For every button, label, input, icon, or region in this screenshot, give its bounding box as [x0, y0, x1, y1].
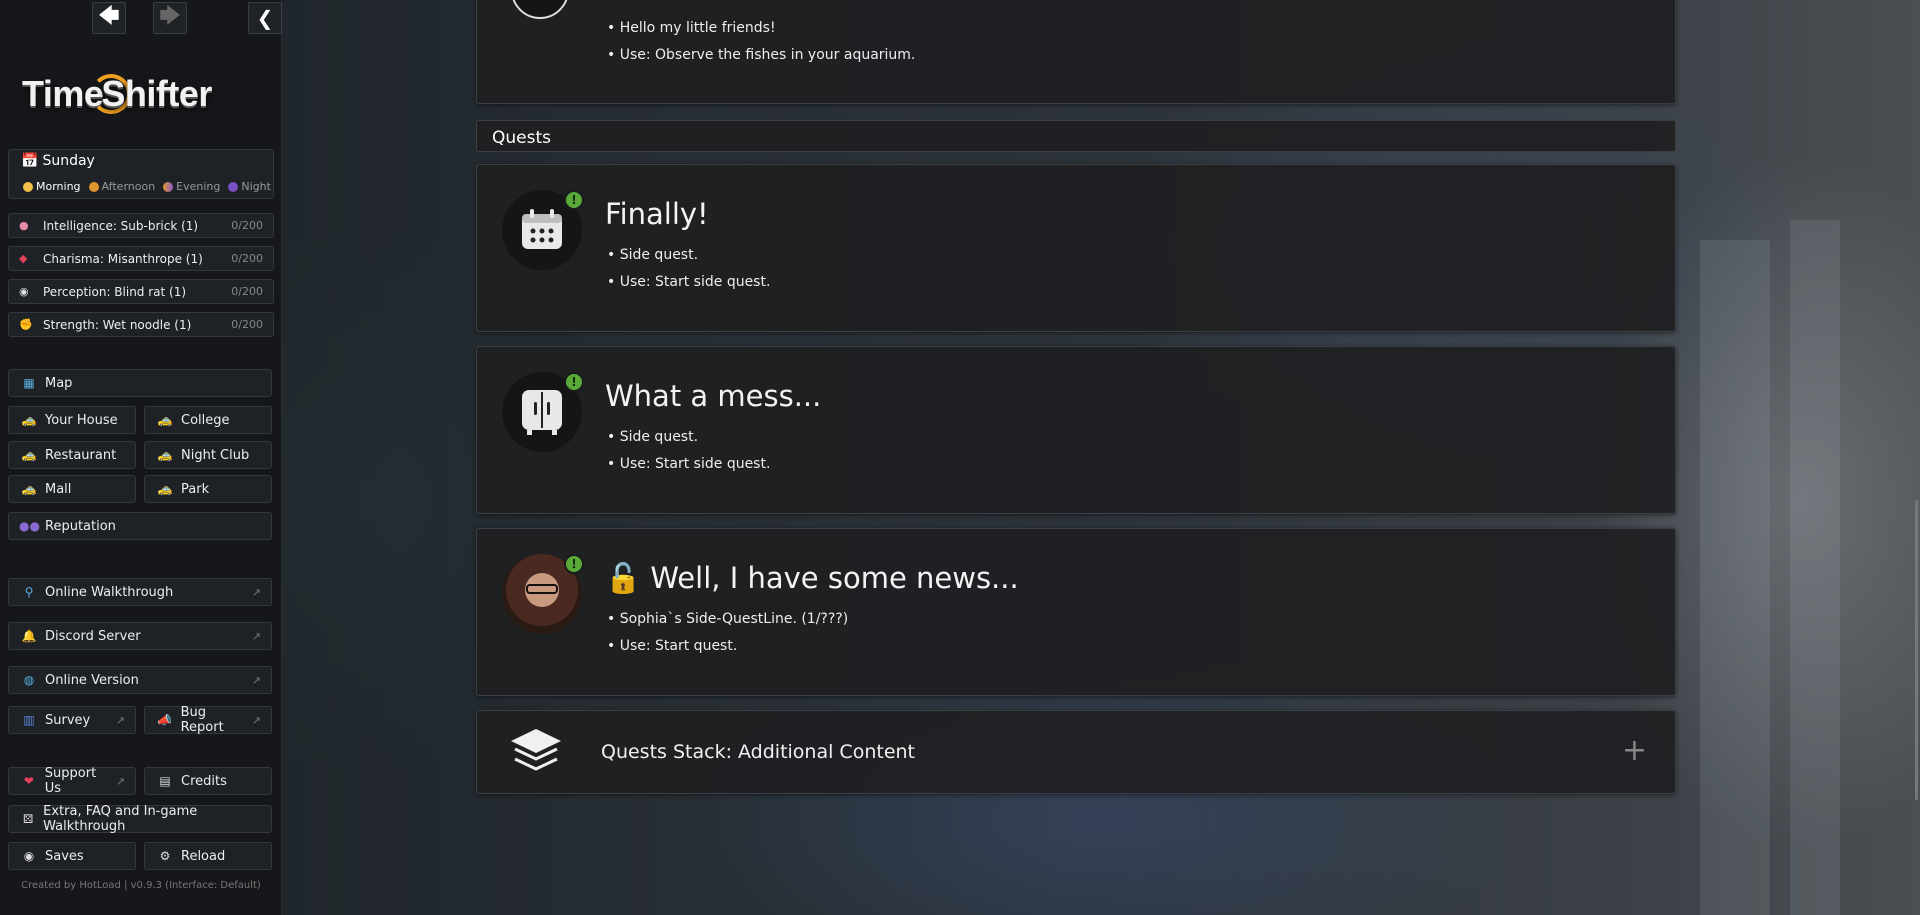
calendar-icon: [522, 209, 562, 249]
new-quest-badge: !: [564, 372, 584, 392]
external-link-icon: ↗: [115, 713, 125, 727]
taxi-club-icon: 🚕: [157, 448, 173, 462]
sun-icon: [88, 181, 99, 192]
discord-link[interactable]: 🔔 Discord Server ↗: [8, 622, 272, 650]
magnifier-icon: ⚲: [24, 585, 34, 599]
quest-card-some-news[interactable]: ! 🔓 Well, I have some news... • Sophia`s…: [476, 528, 1676, 696]
dice-icon: ⚄: [22, 812, 34, 826]
reload-button[interactable]: ⚙ Reload: [144, 842, 272, 870]
disc-icon: ◉: [23, 849, 35, 863]
reputation-button[interactable]: ●● Reputation: [8, 512, 272, 540]
day-panel: 📅 Sunday Morning Afternoon Evening Night: [8, 149, 274, 199]
time-afternoon[interactable]: Afternoon: [88, 180, 155, 193]
expand-plus-icon[interactable]: +: [1622, 733, 1647, 768]
brain-icon: ●: [19, 219, 29, 232]
taxi-house-icon: 🚕: [21, 413, 37, 427]
quest-card-what-a-mess[interactable]: ! What a mess... • Side quest. • Use: St…: [476, 346, 1676, 514]
lips-icon: ◆: [19, 252, 28, 265]
time-morning[interactable]: Morning: [23, 180, 81, 193]
time-night[interactable]: Night: [228, 180, 271, 193]
quest-card-finally[interactable]: ! Finally! • Side quest. • Use: Start si…: [476, 164, 1676, 332]
taxi-park-icon: 🚕: [157, 482, 173, 496]
sun-icon: [23, 181, 33, 192]
stack-label: Quests Stack: Additional Content: [601, 741, 916, 763]
quest-title: Finally!: [605, 197, 709, 231]
stat-perception[interactable]: ◉ Perception: Blind rat (1) 0/200: [8, 279, 274, 304]
document-icon: ▤: [159, 774, 171, 788]
external-link-icon: ↗: [251, 629, 261, 643]
collapse-sidebar-button[interactable]: ❮: [248, 2, 282, 34]
new-quest-badge: !: [564, 554, 584, 574]
stat-charisma[interactable]: ◆ Charisma: Misanthrope (1) 0/200: [8, 246, 274, 271]
location-college[interactable]: 🚕 College: [144, 406, 272, 434]
survey-link[interactable]: ▥ Survey ↗: [8, 706, 136, 734]
extra-faq-button[interactable]: ⚄ Extra, FAQ and In-game Walkthrough: [8, 804, 272, 834]
external-link-icon: ↗: [115, 774, 125, 788]
map-icon: ▦: [23, 376, 35, 390]
game-logo: Time Shifter: [22, 73, 212, 114]
calendar-icon: 📅: [21, 153, 39, 169]
credits-button[interactable]: ▤ Credits: [144, 767, 272, 795]
quest-icon-wrap: !: [502, 190, 584, 270]
support-us-link[interactable]: ❤ Support Us ↗: [8, 766, 136, 796]
quest-title: Well, I have some news...: [650, 561, 1019, 595]
window-light: [1790, 220, 1840, 915]
taxi-mall-icon: 🚕: [21, 482, 37, 496]
back-button[interactable]: 🡄: [92, 2, 126, 34]
time-of-day: Morning Afternoon Evening Night: [23, 180, 271, 193]
forward-button[interactable]: 🡆: [153, 2, 187, 34]
layers-icon: [511, 729, 561, 771]
quest-card-aquarium[interactable]: • Hello my little friends! • Use: Observ…: [476, 0, 1676, 104]
location-restaurant[interactable]: 🚕 Restaurant: [8, 441, 136, 469]
eyes-icon: ◉: [19, 285, 29, 298]
scrollbar-thumb[interactable]: [1915, 500, 1918, 800]
location-park[interactable]: 🚕 Park: [144, 475, 272, 503]
window-light: [1700, 240, 1770, 915]
online-version-link[interactable]: ◍ Online Version ↗: [8, 666, 272, 694]
chevron-left-icon: ❮: [256, 6, 274, 30]
time-evening[interactable]: Evening: [163, 180, 220, 193]
arrow-left-icon: 🡄: [98, 3, 120, 27]
stat-intelligence[interactable]: ● Intelligence: Sub-brick (1) 0/200: [8, 213, 274, 238]
quests-section-header: Quests: [476, 120, 1676, 152]
megaphone-icon: 📣: [157, 713, 173, 727]
globe-icon: ◍: [23, 673, 35, 687]
location-night-club[interactable]: 🚕 Night Club: [144, 441, 272, 469]
glasses-icon: [526, 584, 558, 594]
muscle-icon: ✊: [19, 318, 33, 331]
version-credit: Created by HotLoad | v0.9.3 (Interface: …: [21, 880, 261, 891]
location-your-house[interactable]: 🚕 Your House: [8, 406, 136, 434]
heart-icon: ❤: [23, 774, 34, 788]
wardrobe-icon: [522, 390, 562, 435]
chart-icon: ▥: [23, 713, 35, 727]
location-mall[interactable]: 🚕 Mall: [8, 475, 136, 503]
walkthrough-link[interactable]: ⚲ Online Walkthrough ↗: [8, 578, 272, 606]
taxi-restaurant-icon: 🚕: [21, 448, 37, 462]
moon-icon: [228, 181, 239, 192]
arrow-right-icon: 🡆: [159, 3, 181, 27]
dusk-icon: [163, 181, 174, 192]
saves-button[interactable]: ◉ Saves: [8, 842, 136, 870]
fish-icon: [511, 0, 569, 19]
people-icon: ●●: [19, 519, 40, 533]
external-link-icon: ↗: [251, 585, 261, 599]
map-button[interactable]: ▦ Map: [8, 369, 272, 397]
quests-stack[interactable]: Quests Stack: Additional Content +: [476, 710, 1676, 794]
day-name: Sunday: [42, 153, 95, 169]
quest-icon-wrap: !: [502, 372, 584, 452]
unlocked-icon: 🔓: [605, 561, 642, 595]
bell-icon: 🔔: [21, 629, 37, 643]
quest-title: What a mess...: [605, 379, 822, 413]
gear-icon: ⚙: [159, 849, 171, 863]
external-link-icon: ↗: [251, 713, 261, 727]
bug-report-link[interactable]: 📣 Bug Report ↗: [144, 705, 272, 735]
sophia-avatar: !: [502, 554, 584, 634]
new-quest-badge: !: [564, 190, 584, 210]
external-link-icon: ↗: [251, 673, 261, 687]
stat-strength[interactable]: ✊ Strength: Wet noodle (1) 0/200: [8, 312, 274, 337]
taxi-school-icon: 🚕: [157, 413, 173, 427]
sidebar: 🡄 🡆 ❮ Time Shifter 📅 Sunday Morning Afte…: [0, 0, 282, 915]
